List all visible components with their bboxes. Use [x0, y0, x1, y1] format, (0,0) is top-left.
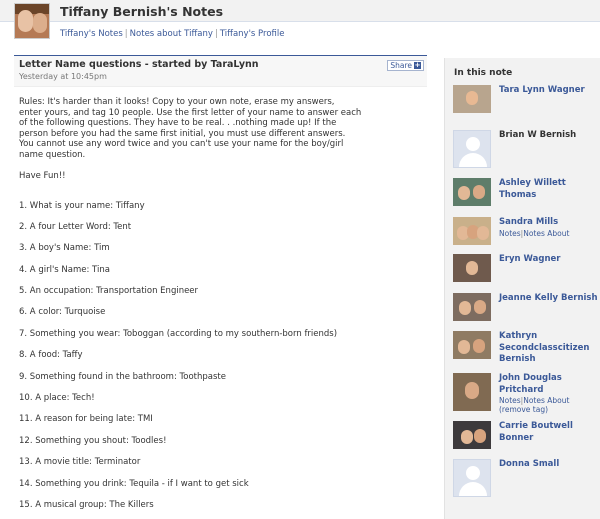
- page-title: Tiffany Bernish's Notes: [60, 4, 224, 19]
- note-rules: Rules: It's harder than it looks! Copy t…: [19, 97, 362, 160]
- notes-about-link[interactable]: Notes About: [523, 396, 569, 405]
- person-name-link[interactable]: Eryn Wagner: [499, 254, 599, 266]
- answer-item: 15. A musical group: The Killers: [19, 499, 154, 510]
- person-name-link[interactable]: Jeanne Kelly Bernish: [499, 293, 599, 305]
- profile-avatar[interactable]: [14, 3, 50, 39]
- nav-link-notes-about[interactable]: Notes about Tiffany: [130, 29, 213, 39]
- person-name-link[interactable]: Carrie Boutwell Bonner: [499, 421, 599, 444]
- notes-link[interactable]: Notes: [499, 396, 521, 405]
- answer-item: 13. A movie title: Terminator: [19, 457, 141, 468]
- answer-item: 9. Something found in the bathroom: Toot…: [19, 371, 226, 382]
- person-name-link[interactable]: Ashley Willett Thomas: [499, 178, 599, 201]
- note-have-fun: Have Fun!!: [19, 171, 66, 181]
- avatar[interactable]: [453, 130, 491, 168]
- note-panel: Letter Name questions - started by TaraL…: [14, 55, 427, 519]
- avatar[interactable]: [453, 421, 491, 449]
- note-timestamp: Yesterday at 10:45pm: [19, 72, 107, 81]
- note-header: Letter Name questions - started by TaraL…: [14, 55, 427, 87]
- nav-separator: |: [214, 29, 218, 39]
- answer-item: 5. An occupation: Transportation Enginee…: [19, 286, 199, 297]
- share-button[interactable]: Share +: [387, 60, 424, 71]
- person-links: Notes|Notes About: [499, 229, 569, 238]
- answer-item: 6. A color: Turquoise: [19, 307, 106, 318]
- avatar[interactable]: [453, 331, 491, 359]
- answer-item: 12. Something you shout: Toodles!: [19, 435, 167, 446]
- notes-link[interactable]: Notes: [499, 229, 521, 238]
- breadcrumb-nav: Tiffany's Notes | Notes about Tiffany | Tiff…: [60, 29, 284, 39]
- plus-icon: +: [414, 61, 421, 69]
- remove-tag-link[interactable]: (remove tag): [499, 405, 548, 414]
- avatar[interactable]: [453, 254, 491, 282]
- avatar[interactable]: [453, 373, 491, 411]
- answer-item: 7. Something you wear: Toboggan (accordi…: [19, 328, 338, 339]
- tagged-people-sidebar: In this note Tara Lynn Wagner Brian W Be…: [444, 58, 600, 519]
- answer-item: 4. A girl's Name: Tina: [19, 264, 110, 275]
- person-name: Brian W Bernish: [499, 130, 577, 140]
- note-title: Letter Name questions - started by TaraL…: [19, 59, 259, 70]
- person-links: Notes|Notes About: [499, 396, 569, 405]
- avatar[interactable]: [453, 178, 491, 206]
- answer-item: 1. What is your name: Tiffany: [19, 200, 145, 211]
- answer-item: 8. A food: Taffy: [19, 350, 83, 361]
- sidebar-title: In this note: [454, 68, 513, 78]
- avatar[interactable]: [453, 85, 491, 113]
- answer-item: 14. Something you drink: Tequila - if I …: [19, 478, 249, 489]
- avatar[interactable]: [453, 293, 491, 321]
- page-header: Tiffany Bernish's Notes: [0, 0, 600, 39]
- avatar[interactable]: [453, 217, 491, 245]
- nav-link-tiffanys-notes[interactable]: Tiffany's Notes: [60, 29, 123, 39]
- nav-link-profile[interactable]: Tiffany's Profile: [220, 29, 285, 39]
- person-name-link[interactable]: John Douglas Pritchard: [499, 373, 599, 396]
- answer-item: 2. A four Letter Word: Tent: [19, 221, 132, 232]
- person-name-link[interactable]: Sandra Mills: [499, 217, 599, 229]
- answer-item: 11. A reason for being late: TMI: [19, 414, 153, 425]
- answer-list: 1. What is your name: Tiffany 2. A four …: [19, 201, 422, 519]
- note-body: Rules: It's harder than it looks! Copy t…: [14, 87, 427, 519]
- person-name-link[interactable]: Kathryn Secondclasscitizen Bernish: [499, 331, 599, 366]
- share-label: Share: [390, 60, 412, 70]
- person-name-link[interactable]: Tara Lynn Wagner: [499, 85, 599, 97]
- answer-item: 10. A place: Tech!: [19, 393, 95, 404]
- answer-item: 3. A boy's Name: Tim: [19, 243, 110, 254]
- person-name-link[interactable]: Donna Small: [499, 459, 599, 471]
- avatar[interactable]: [453, 459, 491, 497]
- nav-separator: |: [124, 29, 128, 39]
- notes-about-link[interactable]: Notes About: [523, 229, 569, 238]
